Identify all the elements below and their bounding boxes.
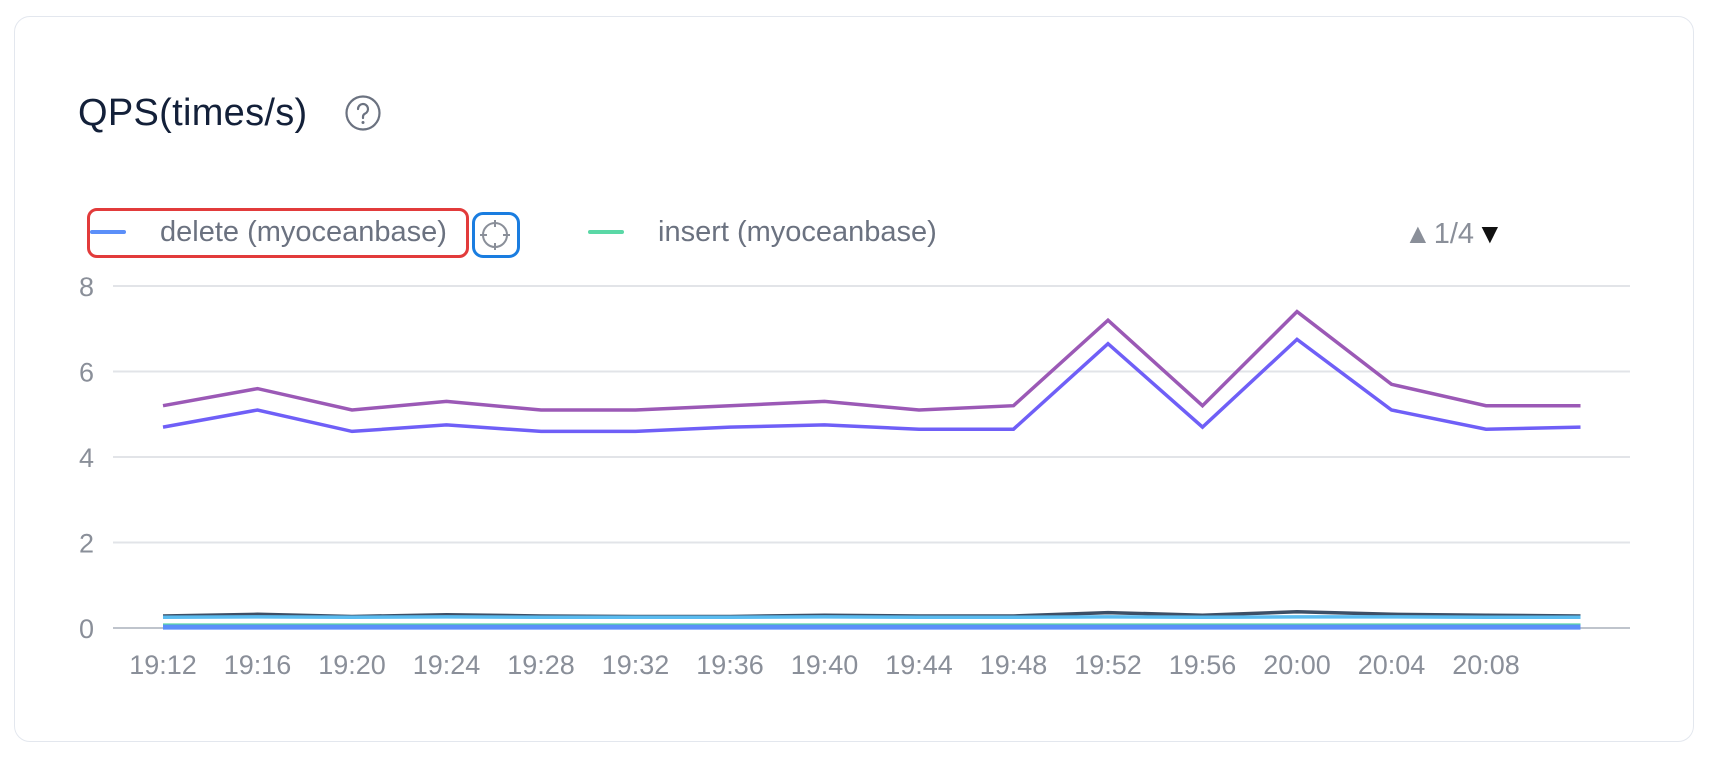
x-tick-label: 19:32	[602, 650, 670, 680]
y-tick-label: 8	[79, 272, 94, 302]
series-line	[162, 309, 1581, 412]
y-tick-label: 2	[79, 529, 94, 559]
y-tick-label: 0	[79, 614, 94, 644]
x-tick-label: 19:20	[318, 650, 386, 680]
y-tick-label: 4	[79, 443, 94, 473]
x-tick-label: 20:00	[1263, 650, 1331, 680]
x-tick-label: 19:12	[129, 650, 197, 680]
x-tick-label: 19:52	[1074, 650, 1142, 680]
x-tick-label: 19:24	[413, 650, 481, 680]
x-tick-label: 20:04	[1358, 650, 1426, 680]
qps-line-chart: 0 2 4 6 8 19:12 19:16 19:20 19:24 19:28 19:32 19:36…	[79, 272, 1630, 680]
y-tick-label: 6	[79, 358, 94, 388]
x-tick-label: 20:08	[1452, 650, 1520, 680]
x-tick-label: 19:36	[696, 650, 764, 680]
x-tick-label: 19:56	[1169, 650, 1237, 680]
series-line	[162, 337, 1581, 434]
x-tick-label: 19:16	[224, 650, 292, 680]
x-tick-label: 19:44	[885, 650, 953, 680]
x-tick-label: 19:40	[791, 650, 859, 680]
x-tick-label: 19:48	[980, 650, 1048, 680]
x-tick-label: 19:28	[507, 650, 575, 680]
